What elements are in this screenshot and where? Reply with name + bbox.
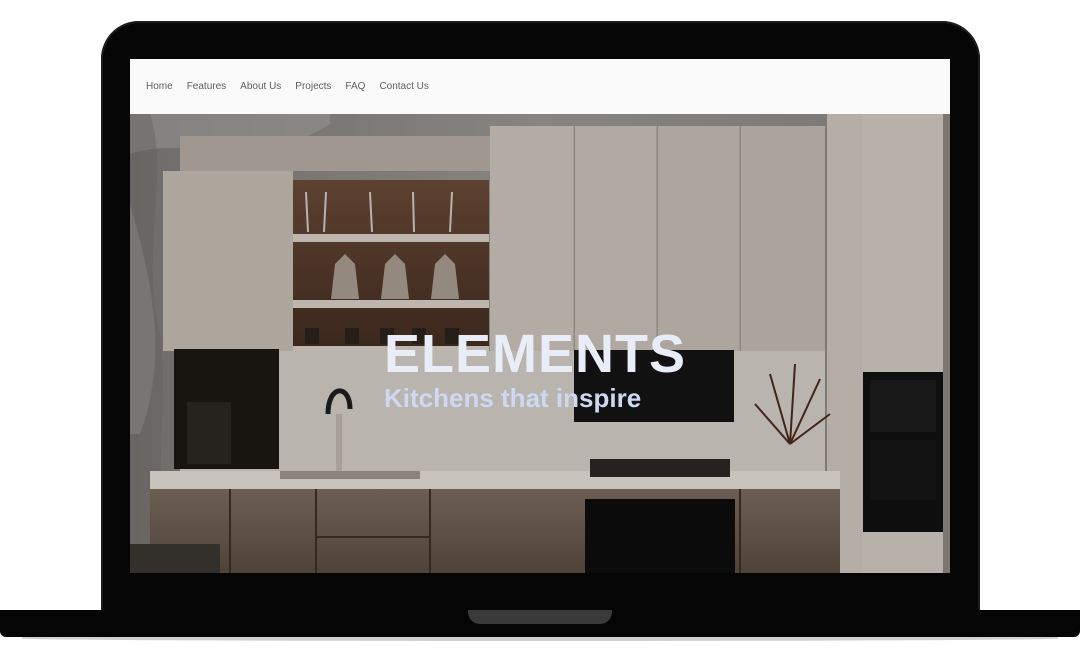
hero-section: ELEMENTS Kitchens that inspire — [130, 114, 950, 573]
website-screen: Home Features About Us Projects FAQ Cont… — [130, 59, 950, 573]
nav-projects-link[interactable]: Projects — [295, 80, 331, 94]
nav-features-link[interactable]: Features — [187, 80, 226, 94]
navbar: Home Features About Us Projects FAQ Cont… — [130, 59, 950, 114]
hero-title: ELEMENTS — [384, 324, 687, 384]
nav-faq-link[interactable]: FAQ — [345, 80, 365, 94]
laptop-notch — [468, 610, 612, 624]
main-nav: Home Features About Us Projects FAQ Cont… — [146, 80, 443, 94]
nav-home-link[interactable]: Home — [146, 80, 173, 94]
nav-about-link[interactable]: About Us — [240, 80, 281, 94]
nav-contact-link[interactable]: Contact Us — [379, 80, 428, 94]
hero-subtitle: Kitchens that inspire — [384, 383, 642, 413]
